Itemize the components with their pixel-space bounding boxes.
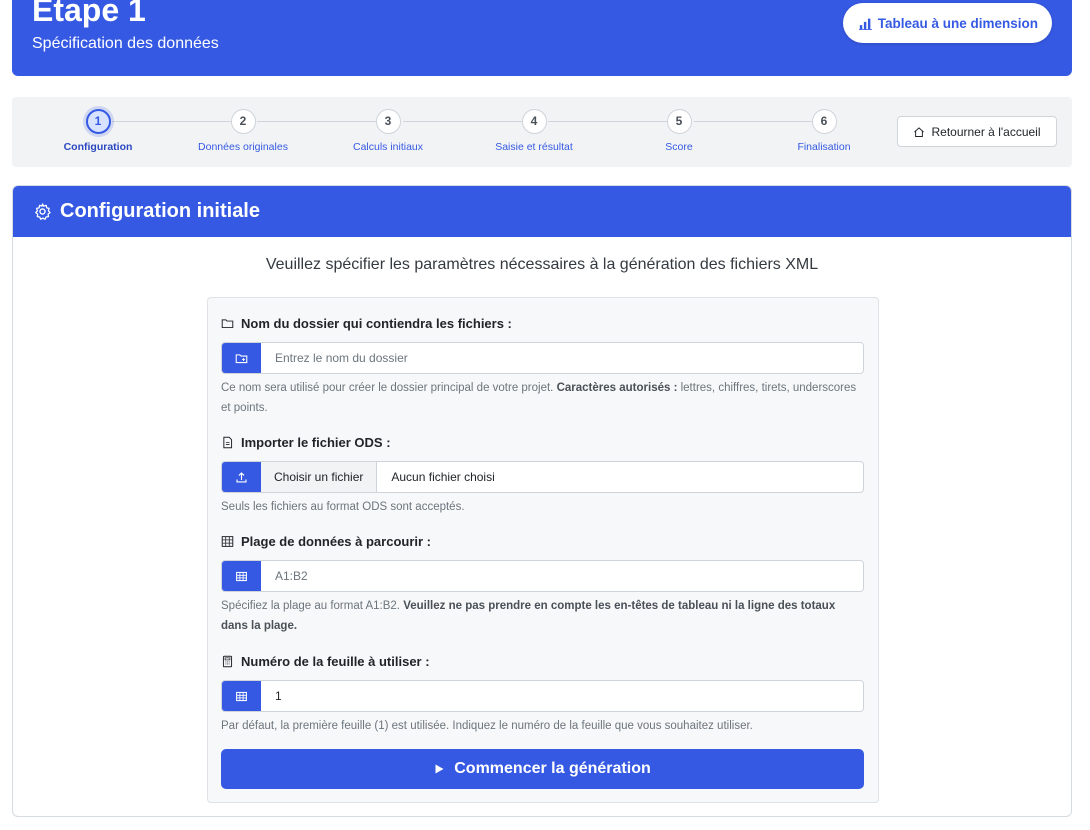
folder-label: Nom du dossier qui contiendra les fichie… bbox=[221, 314, 864, 332]
sheet-input-group bbox=[221, 680, 864, 712]
step-number: 6 bbox=[811, 109, 837, 134]
sheet-label: Numéro de la feuille à utiliser : bbox=[221, 652, 864, 670]
step-label: Score bbox=[665, 141, 693, 153]
start-generation-button[interactable]: Commencer la génération bbox=[221, 749, 864, 789]
range-label: Plage de données à parcourir : bbox=[221, 532, 864, 550]
start-generation-label: Commencer la génération bbox=[454, 760, 651, 777]
folder-label-text: Nom du dossier qui contiendra les fichie… bbox=[241, 315, 512, 331]
step-donnees-originales[interactable]: 2 Données originales bbox=[183, 109, 303, 153]
folder-plus-icon bbox=[235, 353, 248, 363]
folder-name-input[interactable] bbox=[261, 343, 863, 373]
play-icon bbox=[435, 764, 444, 774]
table-icon bbox=[236, 691, 247, 701]
step-label: Finalisation bbox=[797, 141, 851, 153]
sheet-addon bbox=[222, 681, 261, 711]
range-group: Plage de données à parcourir : Spécifiez… bbox=[221, 532, 864, 636]
range-label-text: Plage de données à parcourir : bbox=[241, 533, 431, 549]
ods-help: Seuls les fichiers au format ODS sont ac… bbox=[221, 501, 465, 513]
intro-text: Veuillez spécifier les paramètres nécess… bbox=[265, 256, 819, 273]
page-subtitle: Spécification des données bbox=[32, 35, 219, 52]
folder-help-text: Ce nom sera utilisé pour créer le dossie… bbox=[221, 382, 554, 394]
file-status: Aucun fichier choisi bbox=[391, 470, 495, 484]
dimension-table-label: Tableau à une dimension bbox=[877, 15, 1038, 31]
step-label: Saisie et résultat bbox=[495, 141, 573, 153]
page-header: Etape 1 Spécification des données Tablea… bbox=[12, 0, 1072, 76]
step-number: 3 bbox=[375, 109, 401, 134]
sheet-label-text: Numéro de la feuille à utiliser : bbox=[241, 653, 430, 669]
range-input[interactable] bbox=[261, 561, 863, 591]
step-label: Calculs initiaux bbox=[352, 141, 424, 153]
return-home-button[interactable]: Retourner à l'accueil bbox=[897, 116, 1057, 147]
step-finalisation[interactable]: 6 Finalisation bbox=[764, 109, 884, 153]
folder-group: Nom du dossier qui contiendra les fichie… bbox=[221, 314, 864, 418]
sheet-number-input[interactable] bbox=[261, 681, 863, 711]
stepper: 1 Configuration 2 Données originales 3 C… bbox=[12, 97, 1072, 167]
range-help-text: Spécifiez la plage au format A1:B2. bbox=[221, 600, 400, 612]
folder-icon bbox=[221, 318, 234, 328]
step-number: 5 bbox=[666, 109, 692, 134]
sheet-help: Par défaut, la première feuille (1) est … bbox=[221, 720, 753, 732]
configuration-card: Configuration initiale Veuillez spécifie… bbox=[12, 185, 1072, 817]
step-label: Configuration bbox=[63, 141, 133, 153]
range-input-group bbox=[221, 560, 864, 592]
upload-addon bbox=[222, 462, 261, 492]
choose-file-button[interactable]: Choisir un fichier bbox=[261, 462, 378, 492]
folder-help: Ce nom sera utilisé pour créer le dossie… bbox=[221, 378, 864, 418]
step-saisie-resultat[interactable]: 4 Saisie et résultat bbox=[474, 109, 594, 153]
file-icon bbox=[223, 436, 233, 448]
ods-label: Importer le fichier ODS : bbox=[221, 433, 864, 451]
dimension-table-button[interactable]: Tableau à une dimension bbox=[842, 3, 1052, 43]
step-label: Données originales bbox=[198, 141, 288, 153]
table-icon bbox=[236, 571, 247, 581]
step-score[interactable]: 5 Score bbox=[619, 109, 739, 153]
calculator-icon bbox=[222, 655, 233, 667]
return-home-label: Retourner à l'accueil bbox=[931, 124, 1041, 139]
card-header: Configuration initiale bbox=[13, 186, 1071, 237]
folder-input-group bbox=[221, 342, 864, 374]
page-title: Etape 1 bbox=[32, 0, 146, 28]
step-number: 2 bbox=[230, 109, 256, 134]
folder-help-bold: Caractères autorisés : bbox=[556, 382, 678, 394]
card-title: Configuration initiale bbox=[60, 200, 260, 222]
ods-group: Importer le fichier ODS : Choisir un fic… bbox=[221, 433, 864, 517]
sheet-group: Numéro de la feuille à utiliser : Par dé… bbox=[221, 652, 864, 736]
table-icon bbox=[221, 535, 234, 547]
bar-chart-icon bbox=[858, 18, 872, 30]
ods-input-group: Choisir un fichier Aucun fichier choisi bbox=[221, 461, 864, 493]
folder-addon bbox=[222, 343, 261, 373]
config-form: Nom du dossier qui contiendra les fichie… bbox=[207, 297, 879, 803]
house-icon bbox=[914, 126, 925, 137]
ods-label-text: Importer le fichier ODS : bbox=[241, 434, 391, 450]
step-calculs-initiaux[interactable]: 3 Calculs initiaux bbox=[328, 109, 448, 153]
range-help: Spécifiez la plage au format A1:B2. Veui… bbox=[221, 596, 864, 636]
upload-icon bbox=[236, 471, 247, 483]
step-number: 1 bbox=[85, 109, 111, 134]
gear-icon bbox=[35, 203, 51, 220]
step-configuration[interactable]: 1 Configuration bbox=[38, 109, 158, 153]
range-addon bbox=[222, 561, 261, 591]
step-number: 4 bbox=[521, 109, 547, 134]
